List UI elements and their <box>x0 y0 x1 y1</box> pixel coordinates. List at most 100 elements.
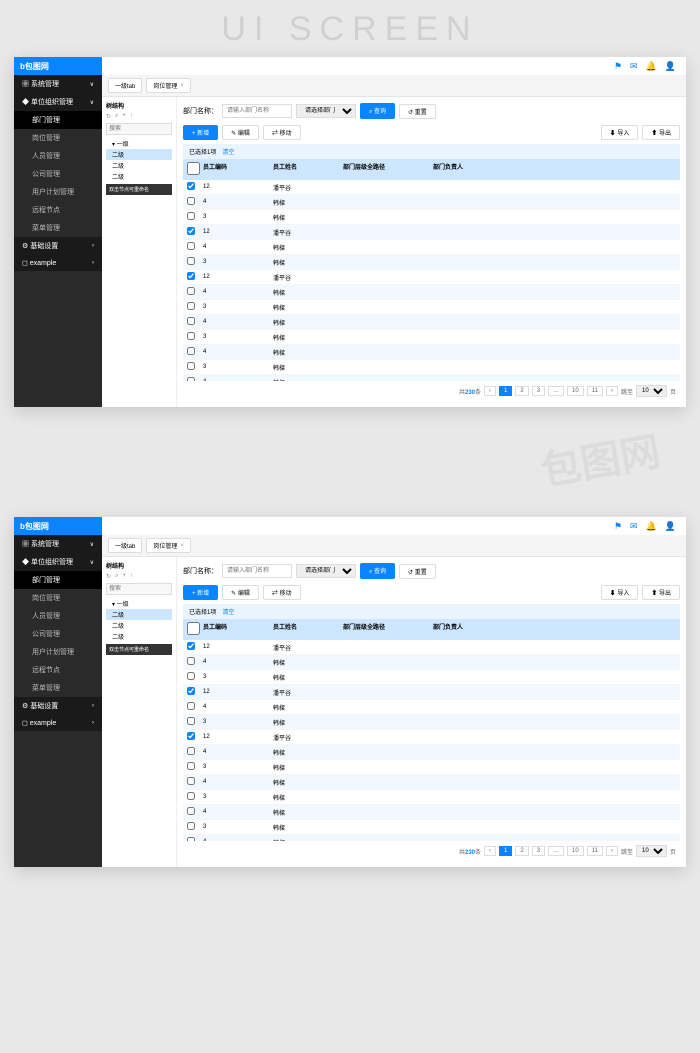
row-checkbox[interactable] <box>187 642 195 650</box>
tree-node[interactable]: 二级 <box>106 149 172 160</box>
row-checkbox[interactable] <box>187 227 195 235</box>
row-checkbox[interactable] <box>187 657 195 665</box>
sidebar-item[interactable]: 菜单管理 <box>14 219 102 237</box>
table-row[interactable]: 4 韩樑 <box>183 805 680 820</box>
reset-button[interactable]: ↺ 重置 <box>399 564 436 579</box>
col-header[interactable]: 员工编码 <box>203 162 273 177</box>
page-number[interactable]: 10 <box>567 386 584 396</box>
row-checkbox[interactable] <box>187 362 195 370</box>
col-header[interactable]: 部门负责人 <box>433 162 676 177</box>
table-row[interactable]: 3 韩樑 <box>183 360 680 375</box>
table-row[interactable]: 3 韩樑 <box>183 760 680 775</box>
table-row[interactable]: 3 韩樑 <box>183 210 680 225</box>
page-number[interactable]: 2 <box>515 846 528 856</box>
row-checkbox[interactable] <box>187 792 195 800</box>
dept-input[interactable] <box>222 104 292 118</box>
tab[interactable]: 一级tab <box>108 538 142 553</box>
sidebar-item[interactable]: 远程节点 <box>14 661 102 679</box>
mail-icon[interactable]: ✉ <box>630 61 638 72</box>
table-row[interactable]: 4 韩樑 <box>183 700 680 715</box>
bell-icon[interactable]: 🔔 <box>646 61 657 72</box>
flag-icon[interactable]: ⚑ <box>614 61 622 72</box>
refresh-icon[interactable]: ↻ <box>106 573 111 580</box>
bell-icon[interactable]: 🔔 <box>646 521 657 532</box>
import-button[interactable]: ⬇ 导入 <box>601 125 639 140</box>
sidebar-item[interactable]: 公司管理 <box>14 165 102 183</box>
tree-search-input[interactable] <box>106 123 172 135</box>
query-button[interactable]: ⌕ 查询 <box>360 103 395 119</box>
col-header[interactable]: 部门负责人 <box>433 622 676 637</box>
sidebar-item[interactable]: 远程节点 <box>14 201 102 219</box>
sidebar-sys-mgmt[interactable]: ▦ 系统管理∨ <box>14 75 102 93</box>
user-icon[interactable]: 👤 <box>665 61 676 72</box>
add-button[interactable]: + 新增 <box>183 585 218 600</box>
goto-select[interactable]: 10 <box>636 385 667 397</box>
next-page[interactable]: › <box>606 846 618 856</box>
table-row[interactable]: 4 韩樑 <box>183 345 680 360</box>
up-icon[interactable]: ↑ <box>130 573 133 580</box>
dept-input[interactable] <box>222 564 292 578</box>
row-checkbox[interactable] <box>187 672 195 680</box>
tree-node[interactable]: 二级 <box>106 160 172 171</box>
table-row[interactable]: 12 潘平谷 <box>183 225 680 240</box>
row-checkbox[interactable] <box>187 317 195 325</box>
table-row[interactable]: 3 韩樑 <box>183 330 680 345</box>
sidebar-item[interactable]: 人员管理 <box>14 607 102 625</box>
move-button[interactable]: ⇄ 移动 <box>263 125 301 140</box>
sidebar-item[interactable]: 菜单管理 <box>14 679 102 697</box>
page-number[interactable]: 10 <box>567 846 584 856</box>
add-icon[interactable]: + <box>122 573 126 580</box>
sidebar-org-mgmt[interactable]: ◆ 单位组织管理∨ <box>14 553 102 571</box>
tree-node[interactable]: 二级 <box>106 631 172 642</box>
table-row[interactable]: 12 潘平谷 <box>183 640 680 655</box>
page-number[interactable]: 1 <box>499 846 512 856</box>
row-checkbox[interactable] <box>187 242 195 250</box>
table-row[interactable]: 4 韩樑 <box>183 195 680 210</box>
sidebar-item[interactable]: 用户计划管理 <box>14 183 102 201</box>
sidebar-item[interactable]: 岗位管理 <box>14 589 102 607</box>
page-number[interactable]: 2 <box>515 386 528 396</box>
sidebar-example[interactable]: ◻ example› <box>14 715 102 731</box>
prev-page[interactable]: ‹ <box>484 846 496 856</box>
row-checkbox[interactable] <box>187 717 195 725</box>
tree-node[interactable]: 二级 <box>106 609 172 620</box>
tree-node[interactable]: ▾ 一级 <box>106 138 172 149</box>
user-icon[interactable]: 👤 <box>665 521 676 532</box>
row-checkbox[interactable] <box>187 212 195 220</box>
row-checkbox[interactable] <box>187 762 195 770</box>
import-button[interactable]: ⬇ 导入 <box>601 585 639 600</box>
table-row[interactable]: 12 潘平谷 <box>183 270 680 285</box>
dept-select[interactable]: 请选择部门 <box>296 564 356 578</box>
table-row[interactable]: 4 韩樑 <box>183 240 680 255</box>
table-row[interactable]: 12 潘平谷 <box>183 180 680 195</box>
refresh-icon[interactable]: ↻ <box>106 113 111 120</box>
row-checkbox[interactable] <box>187 822 195 830</box>
export-button[interactable]: ⬆ 导出 <box>642 125 680 140</box>
page-number[interactable]: 3 <box>532 846 545 856</box>
table-row[interactable]: 4 韩樑 <box>183 315 680 330</box>
col-header[interactable]: 员工姓名 <box>273 622 343 637</box>
row-checkbox[interactable] <box>187 332 195 340</box>
row-checkbox[interactable] <box>187 257 195 265</box>
row-checkbox[interactable] <box>187 702 195 710</box>
search-icon[interactable]: ⌕ <box>115 573 118 580</box>
select-all-checkbox[interactable] <box>187 622 200 635</box>
tab[interactable]: 岗位管理× <box>146 78 191 93</box>
row-checkbox[interactable] <box>187 347 195 355</box>
sidebar-sys-mgmt[interactable]: ▦ 系统管理∨ <box>14 535 102 553</box>
sidebar-item[interactable]: 岗位管理 <box>14 129 102 147</box>
add-button[interactable]: + 新增 <box>183 125 218 140</box>
page-number[interactable]: 11 <box>587 846 603 856</box>
edit-button[interactable]: ✎ 编辑 <box>222 585 259 600</box>
row-checkbox[interactable] <box>187 272 195 280</box>
col-header[interactable]: 员工姓名 <box>273 162 343 177</box>
row-checkbox[interactable] <box>187 197 195 205</box>
tab[interactable]: 岗位管理× <box>146 538 191 553</box>
mail-icon[interactable]: ✉ <box>630 521 638 532</box>
goto-select[interactable]: 10 <box>636 845 667 857</box>
sidebar-item[interactable]: 公司管理 <box>14 625 102 643</box>
table-row[interactable]: 3 韩樑 <box>183 790 680 805</box>
sidebar-item[interactable]: 用户计划管理 <box>14 643 102 661</box>
query-button[interactable]: ⌕ 查询 <box>360 563 395 579</box>
table-row[interactable]: 3 韩樑 <box>183 300 680 315</box>
